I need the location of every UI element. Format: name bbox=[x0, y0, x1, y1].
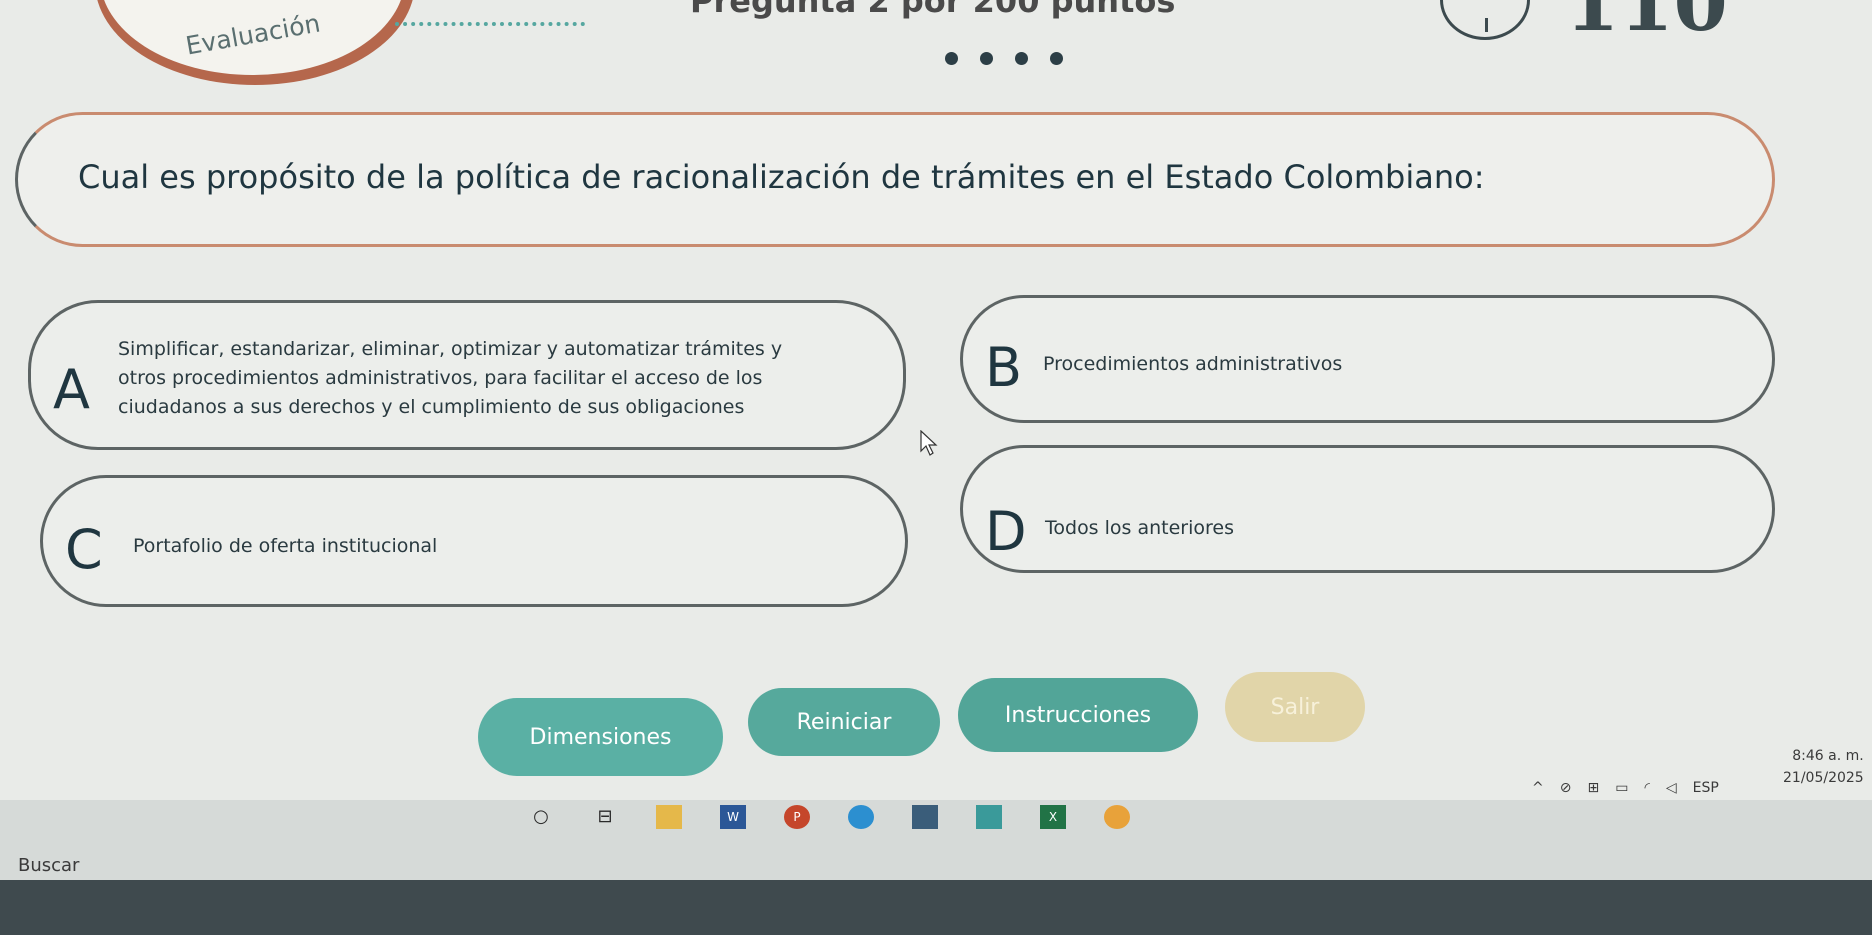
clock-date: 21/05/2025 bbox=[1783, 770, 1864, 786]
progress-dot bbox=[1050, 52, 1063, 65]
answer-text-a: Simplificar, estandarizar, eliminar, opt… bbox=[118, 335, 898, 422]
monitor-bezel bbox=[0, 880, 1872, 935]
answer-option-a[interactable]: A Simplificar, estandarizar, eliminar, o… bbox=[28, 300, 906, 450]
salir-button[interactable]: Salir bbox=[1225, 672, 1365, 742]
answer-text-a-line-1: Simplificar, estandarizar, eliminar, opt… bbox=[118, 338, 783, 360]
wifi-icon[interactable]: ◜ bbox=[1644, 780, 1649, 796]
answer-letter-d: D bbox=[985, 500, 1027, 563]
instrucciones-button[interactable]: Instrucciones bbox=[958, 678, 1198, 752]
language-indicator[interactable]: ESP bbox=[1693, 780, 1719, 796]
security-icon[interactable]: ⊞ bbox=[1587, 780, 1599, 796]
decorative-dotted-line bbox=[395, 22, 585, 26]
word-icon[interactable]: W bbox=[720, 805, 746, 829]
folder-icon[interactable] bbox=[656, 805, 682, 829]
answer-letter-b: B bbox=[985, 336, 1023, 399]
powerpoint-icon[interactable]: P bbox=[784, 805, 810, 829]
answer-option-b[interactable]: B Procedimientos administrativos bbox=[960, 295, 1775, 423]
reiniciar-button[interactable]: Reiniciar bbox=[748, 688, 940, 756]
battery-icon[interactable]: ▭ bbox=[1615, 780, 1628, 796]
search-icon[interactable]: ○ bbox=[528, 805, 554, 829]
progress-dots bbox=[945, 52, 1063, 65]
app-icon[interactable] bbox=[976, 805, 1002, 829]
answer-text-d: Todos los anteriores bbox=[1045, 517, 1234, 539]
answer-letter-a: A bbox=[53, 358, 90, 421]
progress-dot bbox=[1015, 52, 1028, 65]
network-icon[interactable]: ⊘ bbox=[1560, 780, 1572, 796]
edge-icon[interactable] bbox=[848, 805, 874, 829]
timer-icon bbox=[1440, 0, 1530, 40]
answer-text-c: Portafolio de oferta institucional bbox=[133, 535, 438, 557]
mouse-cursor-icon bbox=[920, 430, 938, 456]
excel-icon[interactable]: X bbox=[1040, 805, 1066, 829]
answer-text-a-line-2: otros procedimientos administrativos, pa… bbox=[118, 367, 763, 389]
question-counter: Pregunta 2 por 200 puntos bbox=[690, 0, 1176, 20]
chevron-up-icon[interactable]: ^ bbox=[1532, 780, 1544, 796]
score-counter: 110 bbox=[1565, 0, 1728, 49]
volume-icon[interactable]: ◁ bbox=[1666, 780, 1677, 796]
answer-letter-c: C bbox=[65, 518, 103, 581]
progress-dot bbox=[980, 52, 993, 65]
mail-icon[interactable] bbox=[912, 805, 938, 829]
clock[interactable]: 8:46 a. m. 21/05/2025 bbox=[1783, 745, 1864, 789]
taskbar-apps: ○ ⊟ W P X bbox=[528, 805, 1130, 829]
dimensiones-button[interactable]: Dimensiones bbox=[478, 698, 723, 776]
answer-text-b: Procedimientos administrativos bbox=[1043, 353, 1343, 375]
progress-dot bbox=[945, 52, 958, 65]
system-tray: ^ ⊘ ⊞ ▭ ◜ ◁ ESP bbox=[1532, 780, 1719, 796]
answer-option-c[interactable]: C Portafolio de oferta institucional bbox=[40, 475, 908, 607]
clock-time: 8:46 a. m. bbox=[1792, 748, 1864, 764]
chrome-icon[interactable] bbox=[1104, 805, 1130, 829]
task-view-icon[interactable]: ⊟ bbox=[592, 805, 618, 829]
taskbar-search-input[interactable]: Buscar bbox=[18, 855, 79, 876]
question-text: Cual es propósito de la política de raci… bbox=[78, 158, 1485, 196]
answer-option-d[interactable]: D Todos los anteriores bbox=[960, 445, 1775, 573]
answer-text-a-line-3: ciudadanos a sus derechos y el cumplimie… bbox=[118, 396, 745, 418]
